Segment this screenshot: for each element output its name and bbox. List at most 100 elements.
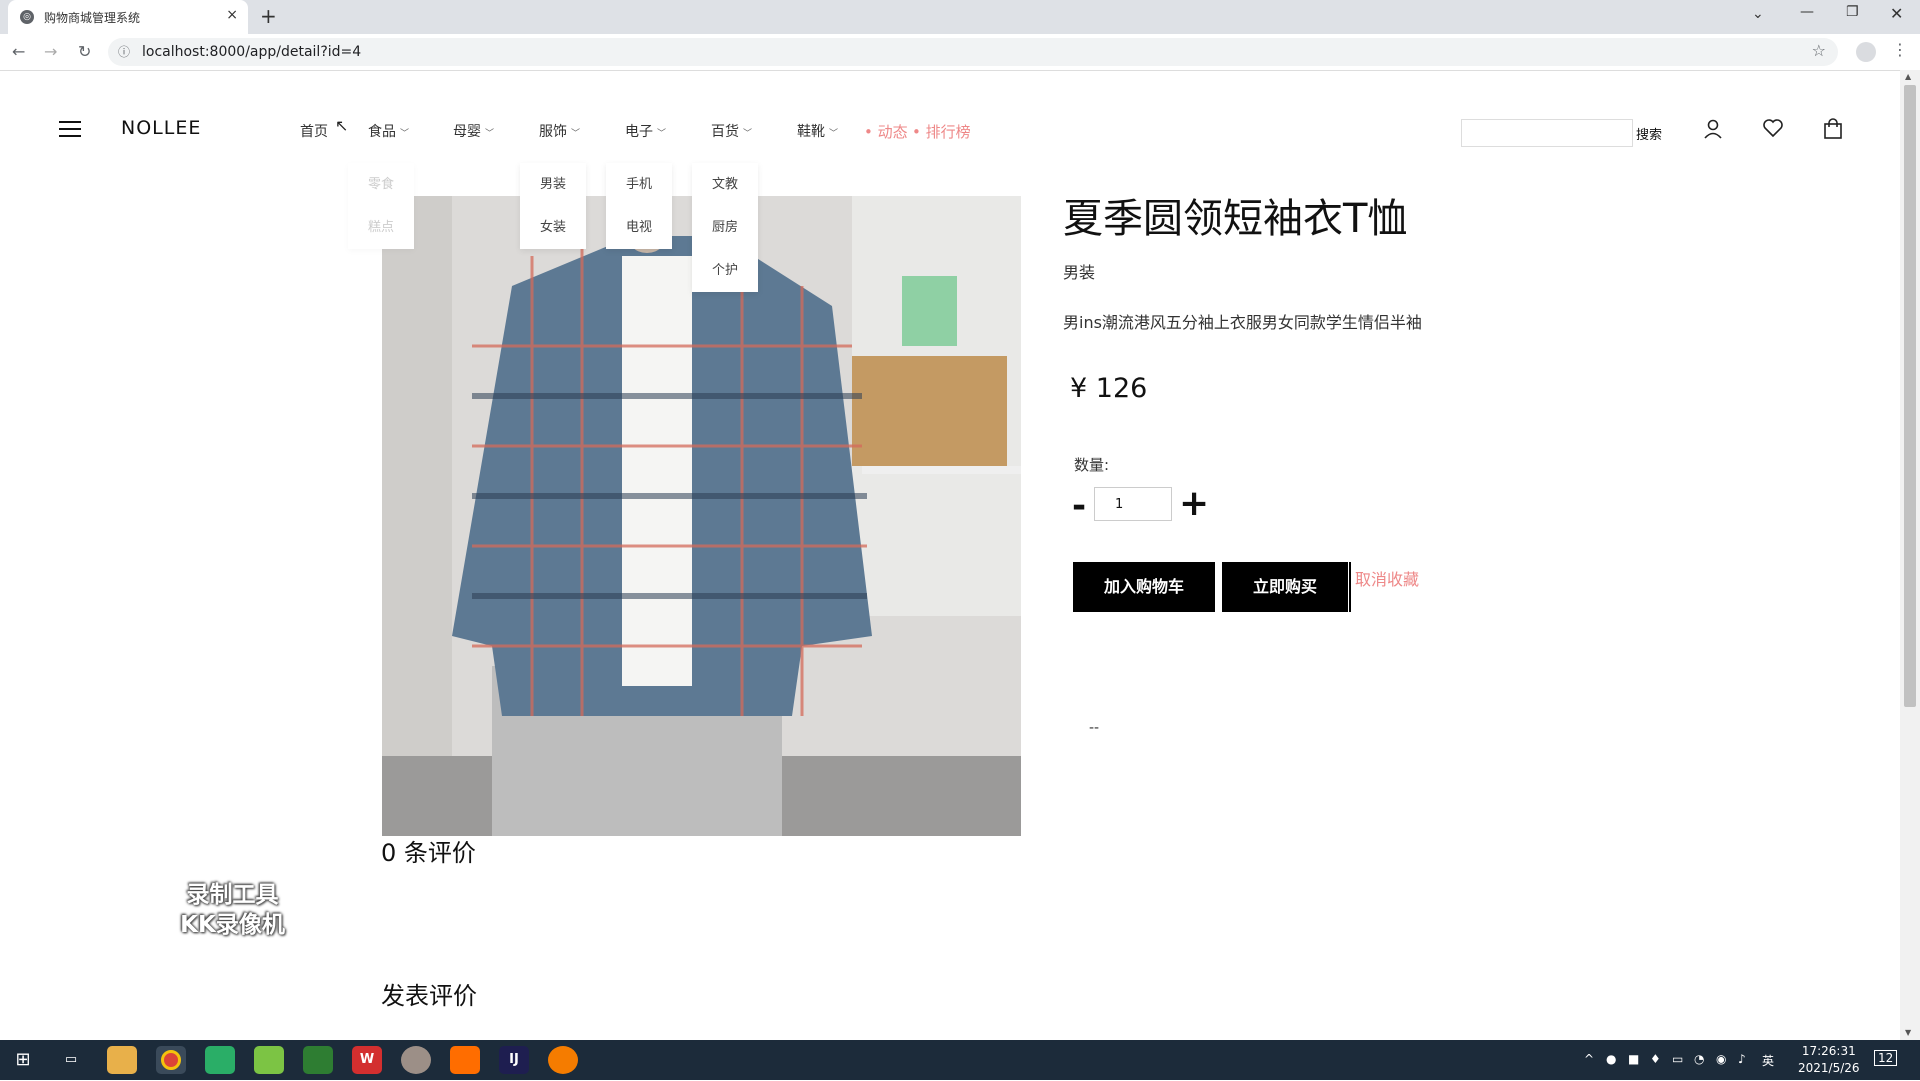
media-app-icon[interactable] [450, 1046, 480, 1074]
chevron-down-icon: ﹀ [743, 129, 753, 139]
post-review-title: 发表评价 [381, 982, 477, 1010]
task-view-icon[interactable]: ▭ [56, 1046, 86, 1074]
profile-dropdown-icon[interactable]: ⌄ [1752, 6, 1764, 22]
browser-tab-bar [0, 0, 1920, 34]
buy-now-button[interactable]: 立即购买 [1222, 562, 1348, 612]
address-bar[interactable]: ⓘ localhost:8000/app/detail?id=4 ☆ [108, 38, 1838, 66]
url-text[interactable]: localhost:8000/app/detail?id=4 [142, 44, 361, 60]
tray-app-icon[interactable]: ● [1606, 1052, 1616, 1066]
scrollbar-thumb[interactable] [1904, 85, 1916, 707]
hamburger-menu-icon[interactable] [59, 121, 81, 137]
window-close-icon[interactable]: ✕ [1890, 4, 1903, 23]
chevron-down-icon: ﹀ [657, 129, 667, 139]
new-tab-button[interactable]: + [260, 4, 277, 28]
dropdown-item[interactable]: 手机 [606, 163, 672, 206]
avatar-app-icon[interactable] [401, 1046, 431, 1074]
battery-icon[interactable]: ▭ [1672, 1052, 1683, 1066]
user-icon[interactable] [1703, 118, 1723, 140]
dropdown-item[interactable]: 糕点 [348, 206, 414, 249]
nav-ranking[interactable]: • 排行榜 [912, 121, 971, 142]
dropdown-electronics: 手机 电视 [606, 163, 672, 249]
windows-start-icon[interactable]: ⊞ [8, 1046, 38, 1074]
watermark-line: 录制工具 [186, 882, 279, 908]
chevron-down-icon: ﹀ [571, 129, 581, 139]
nav-label: 服饰 [539, 124, 567, 140]
minimize-icon[interactable]: — [1800, 4, 1814, 20]
nav-baby[interactable]: 母婴 ﹀ [453, 121, 494, 141]
scroll-up-icon[interactable]: ▲ [1905, 72, 1911, 81]
tray-app-icon[interactable]: ♦ [1650, 1052, 1661, 1066]
quantity-minus-button[interactable]: - [1072, 486, 1086, 526]
quantity-plus-button[interactable]: + [1179, 484, 1209, 524]
quantity-input[interactable]: 1 [1094, 487, 1172, 521]
dropdown-item[interactable]: 文教 [692, 163, 758, 206]
search-button[interactable]: 搜索 [1636, 124, 1662, 143]
file-explorer-icon[interactable] [107, 1046, 137, 1074]
app-icon[interactable] [254, 1046, 284, 1074]
reload-icon[interactable]: ↻ [78, 42, 91, 61]
dropdown-goods: 文教 厨房 个护 [692, 163, 758, 292]
nav-clothing[interactable]: 服饰 ﹀ [539, 121, 580, 141]
more-menu-icon[interactable]: ⋮ [1892, 40, 1908, 59]
account-icon[interactable] [1856, 42, 1876, 62]
dropdown-clothing: 男装 女装 [520, 163, 586, 249]
nav-food[interactable]: 食品 ﹀ [368, 121, 409, 141]
system-clock[interactable]: 17:26:31 2021/5/26 [1798, 1043, 1860, 1077]
dropdown-item[interactable]: 男装 [520, 163, 586, 206]
clock-time: 17:26:31 [1801, 1044, 1856, 1058]
restore-icon[interactable]: ❐ [1846, 4, 1859, 20]
product-title: 夏季圆领短袖衣T恤 [1063, 196, 1408, 242]
tray-arrow-icon[interactable]: ^ [1584, 1052, 1594, 1066]
scroll-down-icon[interactable]: ▼ [1905, 1028, 1911, 1037]
back-arrow-icon[interactable]: ← [12, 42, 25, 61]
search-input[interactable] [1461, 119, 1633, 147]
recorder-app-icon[interactable] [548, 1046, 578, 1074]
ime-indicator[interactable]: 英 [1762, 1052, 1774, 1069]
nav-home[interactable]: 首页 [300, 121, 328, 141]
network-icon[interactable]: ◔ [1694, 1052, 1704, 1066]
dropdown-item[interactable]: 厨房 [692, 206, 758, 249]
browser-tab[interactable]: ◎ 购物商城管理系统 × [8, 0, 248, 34]
chrome-icon[interactable] [156, 1046, 186, 1074]
tab-title: 购物商城管理系统 [44, 11, 141, 25]
forward-arrow-icon[interactable]: → [44, 42, 57, 61]
heart-icon[interactable] [1762, 118, 1784, 138]
tray-app-icon[interactable]: ■ [1628, 1052, 1639, 1066]
mouse-cursor-icon: ↖ [335, 116, 349, 135]
nav-shoes[interactable]: 鞋靴 ﹀ [797, 121, 838, 141]
nav-label: 首页 [300, 124, 328, 140]
nav-label: 鞋靴 [797, 124, 825, 140]
globe-icon: ◎ [20, 10, 34, 24]
volume-icon[interactable]: ♪ [1738, 1052, 1746, 1066]
bookmark-star-icon[interactable]: ☆ [1812, 41, 1826, 60]
notification-center-icon[interactable]: 12 [1874, 1050, 1898, 1066]
chevron-down-icon: ﹀ [485, 129, 495, 139]
close-tab-icon[interactable]: × [226, 7, 238, 23]
recorder-watermark: 录制工具 KK录像机 [160, 880, 305, 940]
ide-icon[interactable]: IJ [499, 1046, 529, 1074]
dropdown-item[interactable]: 零食 [348, 163, 414, 206]
info-icon[interactable]: ⓘ [118, 43, 130, 60]
site-logo[interactable]: NOLLEE [121, 117, 201, 139]
add-to-cart-button[interactable]: 加入购物车 [1073, 562, 1215, 612]
button-divider [1349, 562, 1351, 612]
wps-icon[interactable]: W [352, 1046, 382, 1074]
nav-label: 电子 [625, 124, 653, 140]
chevron-down-icon: ﹀ [400, 129, 410, 139]
nav-dynamic[interactable]: • 动态 [864, 121, 908, 142]
dropdown-item[interactable]: 女装 [520, 206, 586, 249]
dropdown-item[interactable]: 电视 [606, 206, 672, 249]
spreadsheet-icon[interactable] [303, 1046, 333, 1074]
shopping-bag-icon[interactable] [1823, 118, 1843, 140]
dropdown-item[interactable]: 个护 [692, 249, 758, 292]
product-category: 男装 [1063, 263, 1096, 282]
cancel-favorite-link[interactable]: 取消收藏 [1355, 566, 1419, 590]
quantity-label: 数量: [1074, 456, 1110, 474]
notification-count: 12 [1878, 1051, 1894, 1065]
nav-electronics[interactable]: 电子 ﹀ [625, 121, 666, 141]
nav-goods[interactable]: 百货 ﹀ [711, 121, 752, 141]
chevron-down-icon: ﹀ [829, 129, 839, 139]
wechat-icon[interactable] [205, 1046, 235, 1074]
wechat-tray-icon[interactable]: ◉ [1716, 1052, 1726, 1066]
clock-date: 2021/5/26 [1798, 1061, 1860, 1075]
